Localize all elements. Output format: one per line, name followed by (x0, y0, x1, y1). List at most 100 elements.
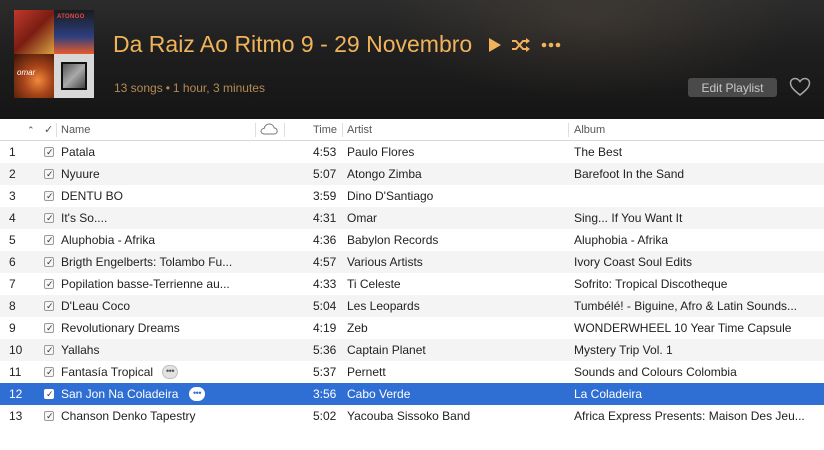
edit-playlist-button[interactable]: Edit Playlist (688, 78, 777, 97)
track-name: Nyuure (61, 167, 100, 181)
track-time: 4:57 (313, 255, 337, 269)
column-header-artist[interactable]: Artist (347, 119, 497, 141)
cloud-icon[interactable] (260, 123, 278, 137)
track-time: 5:36 (313, 343, 337, 357)
track-album: Aluphobia - Afrika (574, 233, 669, 247)
table-row[interactable]: 9 Revolutionary Dreams 4:19 Zeb WONDERWH… (0, 317, 824, 339)
track-checkbox[interactable] (44, 345, 54, 355)
table-row[interactable]: 11 Fantasía Tropical ••• 5:37 Pernett So… (0, 361, 824, 383)
track-artist: Pernett (347, 365, 386, 379)
track-checkbox[interactable] (44, 235, 54, 245)
track-checkbox[interactable] (44, 257, 54, 267)
track-artist: Yacouba Sissoko Band (347, 409, 471, 423)
album-art-4 (54, 54, 94, 98)
table-row[interactable]: 7 Popilation basse-Terrienne au... 4:33 … (0, 273, 824, 295)
track-name: Popilation basse-Terrienne au... (61, 277, 230, 291)
table-row[interactable]: 10 Yallahs 5:36 Captain Planet Mystery T… (0, 339, 824, 361)
table-row[interactable]: 3 DENTU BO 3:59 Dino D'Santiago (0, 185, 824, 207)
track-album (574, 185, 819, 207)
track-number: 6 (9, 255, 16, 269)
track-time: 4:33 (313, 277, 337, 291)
track-album: Barefoot In the Sand (574, 167, 685, 181)
playlist-summary: 13 songs • 1 hour, 3 minutes (114, 81, 265, 95)
column-header-name[interactable]: Name (61, 119, 211, 141)
track-number: 11 (9, 365, 22, 379)
track-time: 4:53 (313, 145, 337, 159)
table-row[interactable]: 6 Brigth Engelberts: Tolambo Fu... 4:57 … (0, 251, 824, 273)
table-row[interactable]: 1 Patala 4:53 Paulo Flores The Best (0, 141, 824, 163)
track-name: Patala (61, 145, 96, 159)
track-checkbox[interactable] (44, 169, 54, 179)
track-name: San Jon Na Coladeira (61, 387, 179, 401)
table-row[interactable]: 8 D'Leau Coco 5:04 Les Leopards Tumbélé!… (0, 295, 824, 317)
track-album: Sofrito: Tropical Discotheque (574, 277, 728, 291)
column-header-check[interactable]: ✓ (44, 119, 54, 141)
track-time: 5:37 (313, 365, 337, 379)
playlist-header: ATONGO omar Da Raiz Ao Ritmo 9 - 29 Nove… (0, 0, 824, 119)
track-name: It's So.... (61, 211, 108, 225)
track-artist: Les Leopards (347, 299, 420, 313)
track-checkbox[interactable] (44, 147, 54, 157)
shuffle-icon[interactable] (511, 37, 531, 53)
track-time: 3:56 (313, 387, 337, 401)
track-artist: Dino D'Santiago (347, 189, 434, 203)
column-header-time[interactable]: Time (313, 119, 343, 141)
track-artist: Omar (347, 211, 377, 225)
track-name: Yallahs (61, 343, 100, 357)
track-album: Ivory Coast Soul Edits (574, 255, 693, 269)
track-album: WONDERWHEEL 10 Year Time Capsule (574, 321, 792, 335)
play-icon[interactable] (489, 38, 501, 52)
track-checkbox[interactable] (44, 279, 54, 289)
heart-icon[interactable] (789, 77, 811, 100)
table-row[interactable]: 4 It's So.... 4:31 Omar Sing... If You W… (0, 207, 824, 229)
track-number: 5 (9, 233, 16, 247)
track-artist: Paulo Flores (347, 145, 415, 159)
track-number: 13 (9, 409, 23, 423)
sort-up-icon[interactable]: ⌃ (27, 119, 39, 141)
track-artist: Captain Planet (347, 343, 426, 357)
track-checkbox[interactable] (44, 389, 54, 399)
track-time: 4:36 (313, 233, 337, 247)
track-checkbox[interactable] (44, 301, 54, 311)
table-row[interactable]: 5 Aluphobia - Afrika 4:36 Babylon Record… (0, 229, 824, 251)
track-checkbox[interactable] (44, 411, 54, 421)
playlist-title: Da Raiz Ao Ritmo 9 - 29 Novembro (113, 31, 473, 57)
track-checkbox[interactable] (44, 213, 54, 223)
playlist-controls (489, 33, 561, 57)
playlist-artwork: ATONGO omar (14, 10, 94, 98)
song-count: 13 songs (114, 81, 163, 95)
track-artist: Ti Celeste (347, 277, 401, 291)
table-row-selected[interactable]: 12 San Jon Na Coladeira ••• 3:56 Cabo Ve… (0, 383, 824, 405)
track-checkbox[interactable] (44, 323, 54, 333)
track-checkbox[interactable] (44, 191, 54, 201)
track-number: 8 (9, 299, 16, 313)
more-options-button[interactable]: ••• (162, 365, 178, 379)
album-art-label: ATONGO (57, 14, 85, 20)
more-options-button[interactable]: ••• (189, 387, 205, 401)
album-art-label: omar (17, 68, 36, 77)
track-name: DENTU BO (61, 189, 124, 203)
table-header: ⌃ ✓ Name Time Artist Album (0, 119, 824, 141)
track-time: 5:02 (313, 409, 337, 423)
track-list: 1 Patala 4:53 Paulo Flores The Best 2 Ny… (0, 141, 824, 427)
more-options-icon[interactable] (541, 42, 561, 48)
track-artist: Babylon Records (347, 233, 439, 247)
track-time: 3:59 (313, 189, 337, 203)
track-artist: Cabo Verde (347, 387, 411, 401)
track-number: 10 (9, 343, 23, 357)
track-album: Sing... If You Want It (574, 211, 683, 225)
track-number: 2 (9, 167, 16, 181)
column-header-album[interactable]: Album (574, 119, 724, 141)
table-row[interactable]: 2 Nyuure 5:07 Atongo Zimba Barefoot In t… (0, 163, 824, 185)
track-time: 5:07 (313, 167, 337, 181)
summary-separator: • (165, 81, 170, 95)
album-art-1 (14, 10, 54, 54)
track-artist: Various Artists (347, 255, 423, 269)
track-checkbox[interactable] (44, 367, 54, 377)
track-name: Chanson Denko Tapestry (61, 409, 196, 423)
track-name: Fantasía Tropical (61, 365, 154, 379)
track-number: 4 (9, 211, 16, 225)
track-number: 12 (9, 387, 23, 401)
table-row[interactable]: 13 Chanson Denko Tapestry 5:02 Yacouba S… (0, 405, 824, 427)
album-art-3: omar (14, 54, 54, 98)
